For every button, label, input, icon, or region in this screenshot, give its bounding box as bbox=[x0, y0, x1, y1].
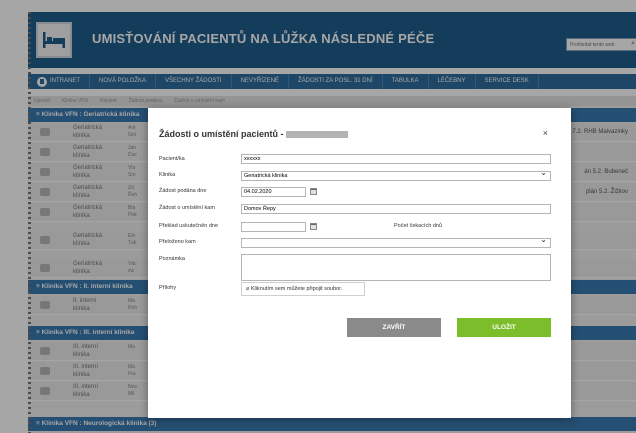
note-label: Poznámka bbox=[159, 256, 185, 262]
patient-field[interactable]: xxxxxx bbox=[241, 154, 551, 164]
paperclip-icon: ⌀ bbox=[246, 286, 250, 292]
close-button[interactable]: ZAVŘÍT bbox=[347, 318, 441, 337]
patient-label: Pacient/ka bbox=[159, 156, 185, 162]
request-dialog: Žádosti o umístění pacientů - × Pacient/… bbox=[148, 108, 571, 418]
transfer-date-field[interactable] bbox=[241, 222, 306, 232]
submitted-date-label: Žádost podána dne bbox=[159, 188, 207, 194]
note-textarea[interactable] bbox=[241, 254, 551, 281]
attach-file-link[interactable]: ⌀ Kliknutím sem můžete připojit soubor. bbox=[241, 282, 365, 296]
submitted-date-field[interactable]: 04.02.2020 bbox=[241, 187, 306, 197]
close-icon[interactable]: × bbox=[543, 128, 548, 138]
clinic-select[interactable]: Geriatrická klinika bbox=[241, 171, 551, 181]
placement-field[interactable]: Domov Řepy bbox=[241, 204, 551, 214]
redacted-name bbox=[285, 131, 348, 139]
placed-to-label: Přeloženo kam bbox=[159, 239, 196, 245]
clinic-label: Klinika bbox=[159, 172, 176, 178]
calendar-icon[interactable] bbox=[310, 188, 317, 195]
attachments-label: Přílohy bbox=[159, 285, 177, 291]
placed-to-select[interactable] bbox=[241, 238, 551, 248]
dialog-title: Žádosti o umístění pacientů - bbox=[159, 129, 348, 139]
transfer-date-label: Překlad uskutečněn dne bbox=[159, 223, 219, 229]
waiting-days-label: Počet čekacích dnů bbox=[394, 223, 443, 229]
calendar-icon[interactable] bbox=[310, 223, 317, 230]
placement-label: Žádost o umístění kam bbox=[159, 205, 215, 211]
save-button[interactable]: ULOŽIT bbox=[457, 318, 551, 337]
